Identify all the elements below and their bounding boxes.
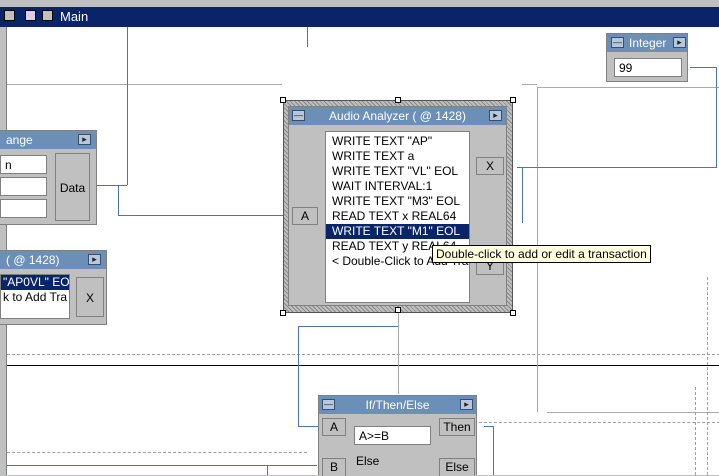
integer-box[interactable]: Integer — ▸ 99 <box>606 33 688 82</box>
sequence-wire <box>522 84 537 85</box>
transaction-item[interactable]: WAIT INTERVAL:1 <box>326 179 469 194</box>
thread-dashed-line <box>479 422 719 423</box>
thread-dashed-line <box>695 387 696 475</box>
if-then-else-title: If/Then/Else <box>365 398 430 412</box>
then-output-pin[interactable]: Then <box>439 418 475 436</box>
resize-handle[interactable] <box>395 307 401 313</box>
thread-dashed-line <box>707 277 708 475</box>
data-wire <box>298 326 398 327</box>
window-title-bar[interactable]: Main <box>0 7 719 27</box>
data-wire <box>493 426 494 475</box>
transaction-item[interactable]: WRITE TEXT a <box>326 149 469 164</box>
data-wire <box>97 185 127 186</box>
b-input-pin[interactable]: B <box>322 458 346 476</box>
resize-handle[interactable] <box>510 310 516 316</box>
minimize-icon[interactable] <box>25 10 36 21</box>
sequence-wire <box>7 84 282 85</box>
data-wire <box>522 168 523 223</box>
else-output-pin[interactable]: Else <box>439 458 475 476</box>
restore-icon[interactable] <box>42 10 53 21</box>
a-input-pin[interactable]: A <box>322 418 346 436</box>
condition-field[interactable]: A>=B <box>354 426 431 445</box>
x-output-pin[interactable]: X <box>476 157 504 175</box>
transaction-item[interactable]: WRITE TEXT "AP" <box>326 134 469 149</box>
minimize-icon[interactable]: — <box>322 399 335 410</box>
thread-dashed-line <box>7 354 719 355</box>
window-menu-icon[interactable] <box>4 10 15 21</box>
data-wire <box>267 465 268 475</box>
data-wire <box>127 27 128 185</box>
transaction-tooltip: Double-click to add or edit a transactio… <box>432 245 651 263</box>
data-wire <box>307 27 308 47</box>
minimize-icon[interactable]: — <box>611 37 624 48</box>
audio-analyzer-header[interactable]: Audio Analyzer ( @ 1428) <box>289 107 506 125</box>
range-field-2[interactable] <box>0 177 47 196</box>
integer-title: Integer <box>629 36 667 50</box>
sequence-wire <box>398 309 399 394</box>
data-wire <box>7 465 317 466</box>
data-wire <box>716 67 717 167</box>
window-title: Main <box>60 9 89 24</box>
transaction-item[interactable]: WRITE TEXT "M3" EOL <box>326 194 469 209</box>
integer-value-field[interactable]: 99 <box>614 58 682 77</box>
transaction-item[interactable]: WRITE TEXT "VL" EOL <box>326 164 469 179</box>
analyzer-small-title: ( @ 1428) <box>6 253 60 267</box>
range-field-1[interactable]: n <box>0 155 47 174</box>
object-menu-icon[interactable]: ▸ <box>78 134 91 145</box>
range-field-3[interactable] <box>0 199 47 218</box>
minimize-icon[interactable]: — <box>292 110 305 121</box>
object-menu-icon[interactable]: ▸ <box>460 399 473 410</box>
data-wire <box>118 215 288 216</box>
object-menu-icon[interactable]: ▸ <box>489 110 502 121</box>
data-wire <box>298 426 318 427</box>
data-output-pin[interactable]: Data <box>55 153 90 221</box>
resize-handle[interactable] <box>280 310 286 316</box>
a-input-pin[interactable]: A <box>292 207 318 225</box>
transaction-list[interactable]: WRITE TEXT "AP" WRITE TEXT a WRITE TEXT "V… <box>325 131 470 303</box>
resize-handle[interactable] <box>395 97 401 103</box>
x-output-pin[interactable]: X <box>76 277 104 317</box>
else-condition-label: Else <box>356 454 380 468</box>
thread-dashed-line <box>7 452 307 453</box>
if-then-else-box[interactable]: If/Then/Else — ▸ A B A>=B Else Then Else <box>318 395 477 476</box>
data-wire <box>118 185 119 215</box>
transaction-item[interactable]: READ TEXT x REAL64 <box>326 209 469 224</box>
if-then-else-header[interactable]: If/Then/Else <box>319 396 476 414</box>
analyzer-small-transactions[interactable]: "AP0VL" EO k to Add Tra <box>0 274 70 319</box>
sequence-wire <box>538 87 719 88</box>
sequence-wire <box>547 412 719 413</box>
resize-handle[interactable] <box>280 97 286 103</box>
transaction-item[interactable]: WRITE TEXT "M1" EOL <box>326 224 469 239</box>
divider-line <box>7 365 719 366</box>
object-menu-icon[interactable]: ▸ <box>673 37 686 48</box>
object-menu-icon[interactable]: ▸ <box>88 254 101 265</box>
top-strip <box>0 0 719 7</box>
audio-analyzer-box[interactable]: Audio Analyzer ( @ 1428) — ▸ A WRITE TEX… <box>288 106 507 306</box>
range-title: ange <box>6 133 33 147</box>
data-wire <box>690 67 716 68</box>
audio-analyzer-title: Audio Analyzer ( @ 1428) <box>329 109 466 123</box>
range-box[interactable]: ange ▸ n Data <box>0 130 97 225</box>
transaction-item[interactable]: k to Add Tra <box>1 290 69 305</box>
resize-handle[interactable] <box>510 97 516 103</box>
analyzer-small-box[interactable]: ( @ 1428) ▸ "AP0VL" EO k to Add Tra X <box>0 250 107 325</box>
transaction-item[interactable]: "AP0VL" EO <box>1 275 69 290</box>
data-wire <box>298 326 299 426</box>
data-wire <box>517 167 717 168</box>
